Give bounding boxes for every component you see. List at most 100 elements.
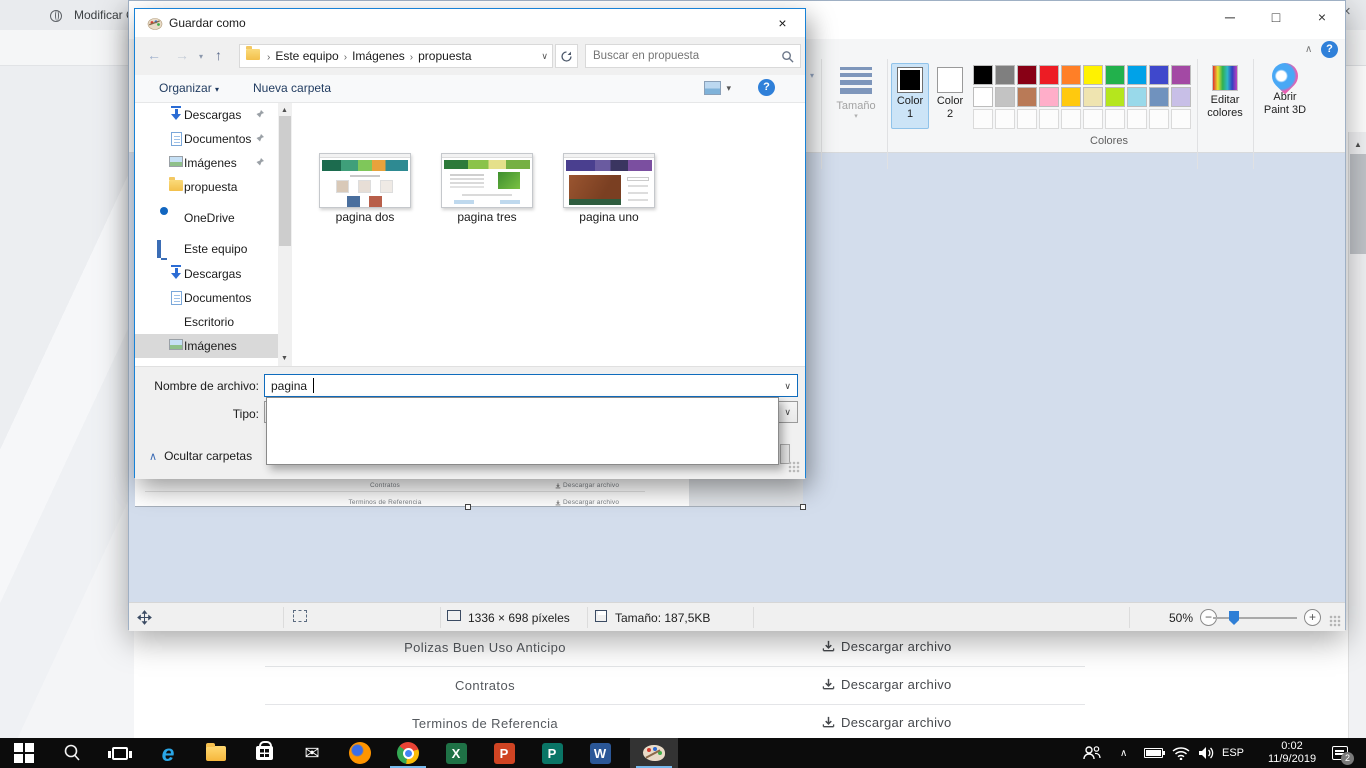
download-link[interactable]: Descargar archivo xyxy=(822,715,952,730)
sidebar-item-imagenes[interactable]: Imágenes xyxy=(135,151,278,175)
people-button[interactable] xyxy=(1082,738,1102,768)
palette-empty-slot[interactable] xyxy=(1039,109,1059,129)
organize-button[interactable]: Organizar ▾ xyxy=(159,81,219,95)
scroll-down-icon[interactable]: ▼ xyxy=(281,355,288,362)
zoom-slider[interactable] xyxy=(1213,617,1297,619)
filename-input[interactable]: pagina ∨ xyxy=(264,374,798,397)
color2-button[interactable]: Color 2 xyxy=(931,63,969,129)
dialog-resize-grip[interactable] xyxy=(788,461,800,473)
taskbar-paint[interactable] xyxy=(630,738,678,768)
taskbar-powerpoint[interactable]: P xyxy=(480,738,528,768)
taskbar-firefox[interactable] xyxy=(336,738,384,768)
chevron-down-icon[interactable]: ▾ xyxy=(199,52,203,61)
palette-swatch[interactable] xyxy=(1083,65,1103,85)
download-link[interactable]: Descargar archivo xyxy=(822,639,952,654)
file-item-pagina-uno[interactable] xyxy=(563,153,655,208)
minimize-button[interactable]: ─ xyxy=(1207,1,1253,33)
chevron-down-icon[interactable]: ∨ xyxy=(784,381,791,392)
palette-empty-slot[interactable] xyxy=(1105,109,1125,129)
open-paint3d-button[interactable]: Abrir Paint 3D xyxy=(1257,63,1313,117)
collapse-ribbon-icon[interactable]: ∧ xyxy=(1305,44,1312,55)
palette-empty-slot[interactable] xyxy=(1127,109,1147,129)
language-indicator[interactable]: ESP xyxy=(1222,738,1244,768)
taskbar-chrome[interactable] xyxy=(384,738,432,768)
sidebar-scrollbar[interactable]: ▲ ▼ xyxy=(278,103,292,366)
sidebar-item-propuesta[interactable]: propuesta xyxy=(135,175,278,199)
taskbar-edge[interactable]: e xyxy=(144,738,192,768)
maximize-button[interactable]: □ xyxy=(1253,1,1299,33)
file-item-pagina-tres[interactable] xyxy=(441,153,533,208)
help-button[interactable]: ? xyxy=(758,79,775,96)
palette-empty-slot[interactable] xyxy=(973,109,993,129)
palette-swatch[interactable] xyxy=(973,65,993,85)
palette-empty-slot[interactable] xyxy=(1149,109,1169,129)
palette-swatch[interactable] xyxy=(1105,87,1125,107)
browser-tab[interactable]: Modificar Obra/ xyxy=(74,8,134,22)
taskbar-word[interactable]: W xyxy=(576,738,624,768)
taskbar-store[interactable] xyxy=(240,738,288,768)
palette-swatch[interactable] xyxy=(1127,65,1147,85)
clock[interactable]: 0:02 11/9/2019 xyxy=(1258,738,1326,768)
sidebar-item-escritorio[interactable]: Escritorio xyxy=(135,310,278,334)
palette-swatch[interactable] xyxy=(1061,65,1081,85)
color1-button[interactable]: Color 1 xyxy=(891,63,929,129)
hide-folders-button[interactable]: ∧Ocultar carpetas xyxy=(149,449,252,463)
tray-overflow-button[interactable]: ∧ xyxy=(1120,738,1127,768)
scrollbar-thumb[interactable] xyxy=(279,116,291,246)
paint-help-button[interactable]: ? xyxy=(1321,41,1338,58)
taskbar-mail[interactable]: ✉ xyxy=(288,738,336,768)
new-folder-button[interactable]: Nueva carpeta xyxy=(253,81,331,95)
canvas-resize-handle[interactable] xyxy=(465,504,471,510)
palette-swatch[interactable] xyxy=(1017,87,1037,107)
battery-button[interactable] xyxy=(1144,738,1163,768)
filename-autocomplete-dropdown[interactable] xyxy=(266,397,779,465)
palette-swatch[interactable] xyxy=(1083,87,1103,107)
download-link[interactable]: Descargar archivo xyxy=(822,677,952,692)
task-view-button[interactable] xyxy=(96,738,144,768)
palette-swatch[interactable] xyxy=(973,87,993,107)
search-input[interactable] xyxy=(593,47,773,65)
palette-swatch[interactable] xyxy=(1171,87,1191,107)
page-scrollbar[interactable]: ▲ xyxy=(1348,132,1366,768)
chevron-down-icon[interactable]: ∨ xyxy=(541,45,548,67)
scroll-up-icon[interactable]: ▲ xyxy=(1354,140,1362,149)
palette-swatch[interactable] xyxy=(1061,87,1081,107)
scroll-up-icon[interactable]: ▲ xyxy=(281,107,288,114)
sidebar-item-descargas-pc[interactable]: Descargas xyxy=(135,262,278,286)
forward-icon[interactable]: → xyxy=(175,47,189,63)
breadcrumb-item[interactable]: propuesta xyxy=(416,49,473,63)
wifi-button[interactable] xyxy=(1172,738,1190,768)
sidebar-item-documentos[interactable]: Documentos xyxy=(135,127,278,151)
start-button[interactable] xyxy=(0,738,48,768)
palette-swatch[interactable] xyxy=(1017,65,1037,85)
dialog-close-button[interactable]: × xyxy=(760,9,805,37)
palette-swatch[interactable] xyxy=(1039,87,1059,107)
scrollbar-thumb[interactable] xyxy=(1350,154,1366,254)
close-button[interactable]: × xyxy=(1299,1,1345,33)
volume-button[interactable] xyxy=(1198,738,1216,768)
zoom-in-button[interactable]: + xyxy=(1304,609,1321,626)
sidebar-item-documentos-pc[interactable]: Documentos xyxy=(135,286,278,310)
palette-swatch[interactable] xyxy=(1039,65,1059,85)
palette-swatch[interactable] xyxy=(1171,65,1191,85)
palette-empty-slot[interactable] xyxy=(1017,109,1037,129)
zoom-slider-thumb[interactable] xyxy=(1229,611,1239,625)
palette-swatch[interactable] xyxy=(1127,87,1147,107)
palette-empty-slot[interactable] xyxy=(1171,109,1191,129)
palette-swatch[interactable] xyxy=(1149,87,1169,107)
sidebar-item-descargas[interactable]: Descargas xyxy=(135,103,278,127)
refresh-button[interactable] xyxy=(555,44,578,68)
palette-swatch[interactable] xyxy=(1105,65,1125,85)
palette-swatch[interactable] xyxy=(995,87,1015,107)
palette-empty-slot[interactable] xyxy=(1083,109,1103,129)
breadcrumb-item[interactable]: Imágenes xyxy=(350,49,407,63)
taskbar-publisher[interactable]: P xyxy=(528,738,576,768)
breadcrumb-item[interactable]: Este equipo xyxy=(273,49,340,63)
sidebar-item-este-equipo[interactable]: Este equipo xyxy=(135,237,278,261)
taskbar-search-button[interactable] xyxy=(48,738,96,768)
taskbar-excel[interactable]: X xyxy=(432,738,480,768)
palette-empty-slot[interactable] xyxy=(995,109,1015,129)
file-item-pagina-dos[interactable] xyxy=(319,153,411,208)
view-mode-button[interactable]: ▾ xyxy=(704,80,731,95)
palette-swatch[interactable] xyxy=(995,65,1015,85)
